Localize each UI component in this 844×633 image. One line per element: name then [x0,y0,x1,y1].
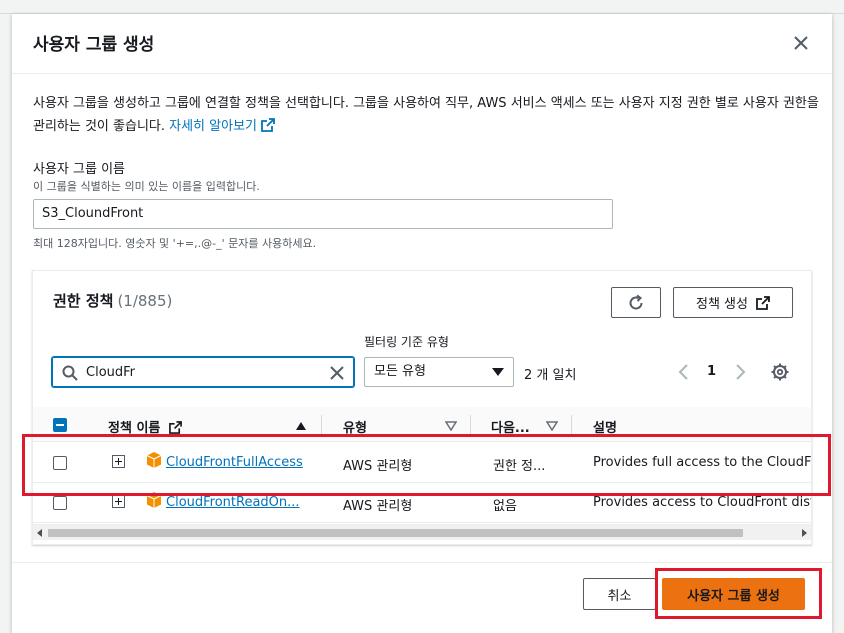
external-link-icon [168,421,182,434]
horizontal-scrollbar[interactable] [33,524,811,540]
column-used-as[interactable]: 다음... [491,417,530,436]
learn-more-label: 자세히 알아보기 [169,119,257,134]
policy-name-text: CloudFrontReadOn... [166,495,300,510]
sort-icon[interactable] [445,421,457,431]
scroll-left-arrow-icon[interactable] [37,529,42,537]
close-icon[interactable] [790,32,812,54]
policy-name-text: CloudFrontFullAccess [166,455,303,470]
column-divider [571,415,572,435]
panel-title-text: 권한 정책 [53,292,114,310]
chevron-left-icon[interactable] [677,363,691,381]
modal-title: 사용자 그룹 생성 [33,35,155,55]
refresh-icon [629,294,643,309]
policy-count: (1/885) [117,292,173,310]
policy-used-as: 없음 [493,499,517,514]
modal-description: 사용자 그룹을 생성하고 그룹에 연결할 정책을 선택합니다. 그룹을 사용하여… [33,92,823,138]
select-all-checkbox[interactable] [53,418,67,432]
column-policy-name-label: 정책 이름 [108,421,161,436]
table-header: 정책 이름 유형 다음... 설명 [33,407,811,442]
policy-type: AWS 관리형 [343,459,413,474]
column-divider [470,415,471,435]
learn-more-link[interactable]: 자세히 알아보기 [169,118,275,134]
expand-icon[interactable] [112,455,125,468]
create-policy-button[interactable]: 정책 생성 [673,287,793,318]
filter-type-label: 필터링 기준 유형 [364,335,449,349]
external-link-icon [756,295,770,310]
create-group-button[interactable]: 사용자 그룹 생성 [662,578,805,610]
policy-search-input[interactable]: CloudFr [52,357,354,387]
policy-cube-icon [146,492,162,508]
background-left [0,14,12,633]
sort-icon[interactable] [546,421,558,431]
permission-policies-panel: 권한 정책 (1/885) 정책 생성 필터링 기준 유형 CloudFr 모든 … [32,270,812,545]
scroll-thumb[interactable] [48,529,743,537]
scroll-right-arrow-icon[interactable] [802,529,807,537]
type-filter-select[interactable]: 모든 유형 [364,357,514,387]
page-number[interactable]: 1 [707,364,716,379]
search-value: CloudFr [86,365,136,380]
match-count: 2 개 일치 [524,368,577,383]
type-filter-value: 모든 유형 [374,364,426,379]
external-link-icon [261,118,275,132]
group-name-hint: 이 그룹을 식별하는 의미 있는 이름을 입력합니다. [33,180,260,193]
column-description[interactable]: 설명 [593,417,617,436]
modal-header: 사용자 그룹 생성 [12,14,832,74]
search-icon [62,365,78,381]
policy-description: Provides access to CloudFront distr [593,495,811,510]
column-policy-name[interactable]: 정책 이름 [108,417,182,436]
background-right [832,14,844,633]
row-checkbox[interactable] [53,456,67,470]
panel-title: 권한 정책 (1/885) [53,290,172,311]
column-divider [321,415,322,435]
sort-ascending-icon[interactable] [295,421,307,431]
create-group-modal: 사용자 그룹 생성 사용자 그룹을 생성하고 그룹에 연결할 정책을 선택합니다… [12,14,832,633]
expand-icon[interactable] [112,495,125,508]
table-row[interactable]: CloudFrontReadOn... AWS 관리형 없음 Provides … [33,483,811,523]
policy-name-link[interactable]: CloudFrontFullAccess [166,455,303,470]
refresh-button[interactable] [611,287,661,318]
table-row[interactable]: CloudFrontFullAccess AWS 관리형 권한 정... Pro… [33,443,811,483]
group-name-label: 사용자 그룹 이름 [33,162,125,177]
group-name-input[interactable]: S3_CloundFront [33,199,613,229]
policy-description: Provides full access to the CloudFront [593,455,811,470]
background-header [0,0,844,14]
modal-footer: 취소 사용자 그룹 생성 [12,562,832,633]
clear-icon[interactable] [329,365,345,381]
policy-type: AWS 관리형 [343,499,413,514]
caret-down-icon [492,368,504,376]
group-name-constraint: 최대 128자입니다. 영숫자 및 '+=,.@-_' 문자를 사용하세요. [33,237,317,250]
policy-name-link[interactable]: CloudFrontReadOn... [166,495,300,510]
column-type[interactable]: 유형 [343,417,367,436]
gear-icon[interactable] [770,362,790,382]
create-policy-label: 정책 생성 [696,297,748,312]
policy-cube-icon [146,452,162,468]
row-checkbox[interactable] [53,496,67,510]
policies-table: 정책 이름 유형 다음... 설명 CloudFrontFullAccess A… [33,407,811,523]
description-text: 사용자 그룹을 생성하고 그룹에 연결할 정책을 선택합니다. 그룹을 사용하여… [33,96,819,134]
policy-used-as: 권한 정... [493,459,546,474]
cancel-button[interactable]: 취소 [583,578,656,610]
chevron-right-icon[interactable] [733,363,747,381]
